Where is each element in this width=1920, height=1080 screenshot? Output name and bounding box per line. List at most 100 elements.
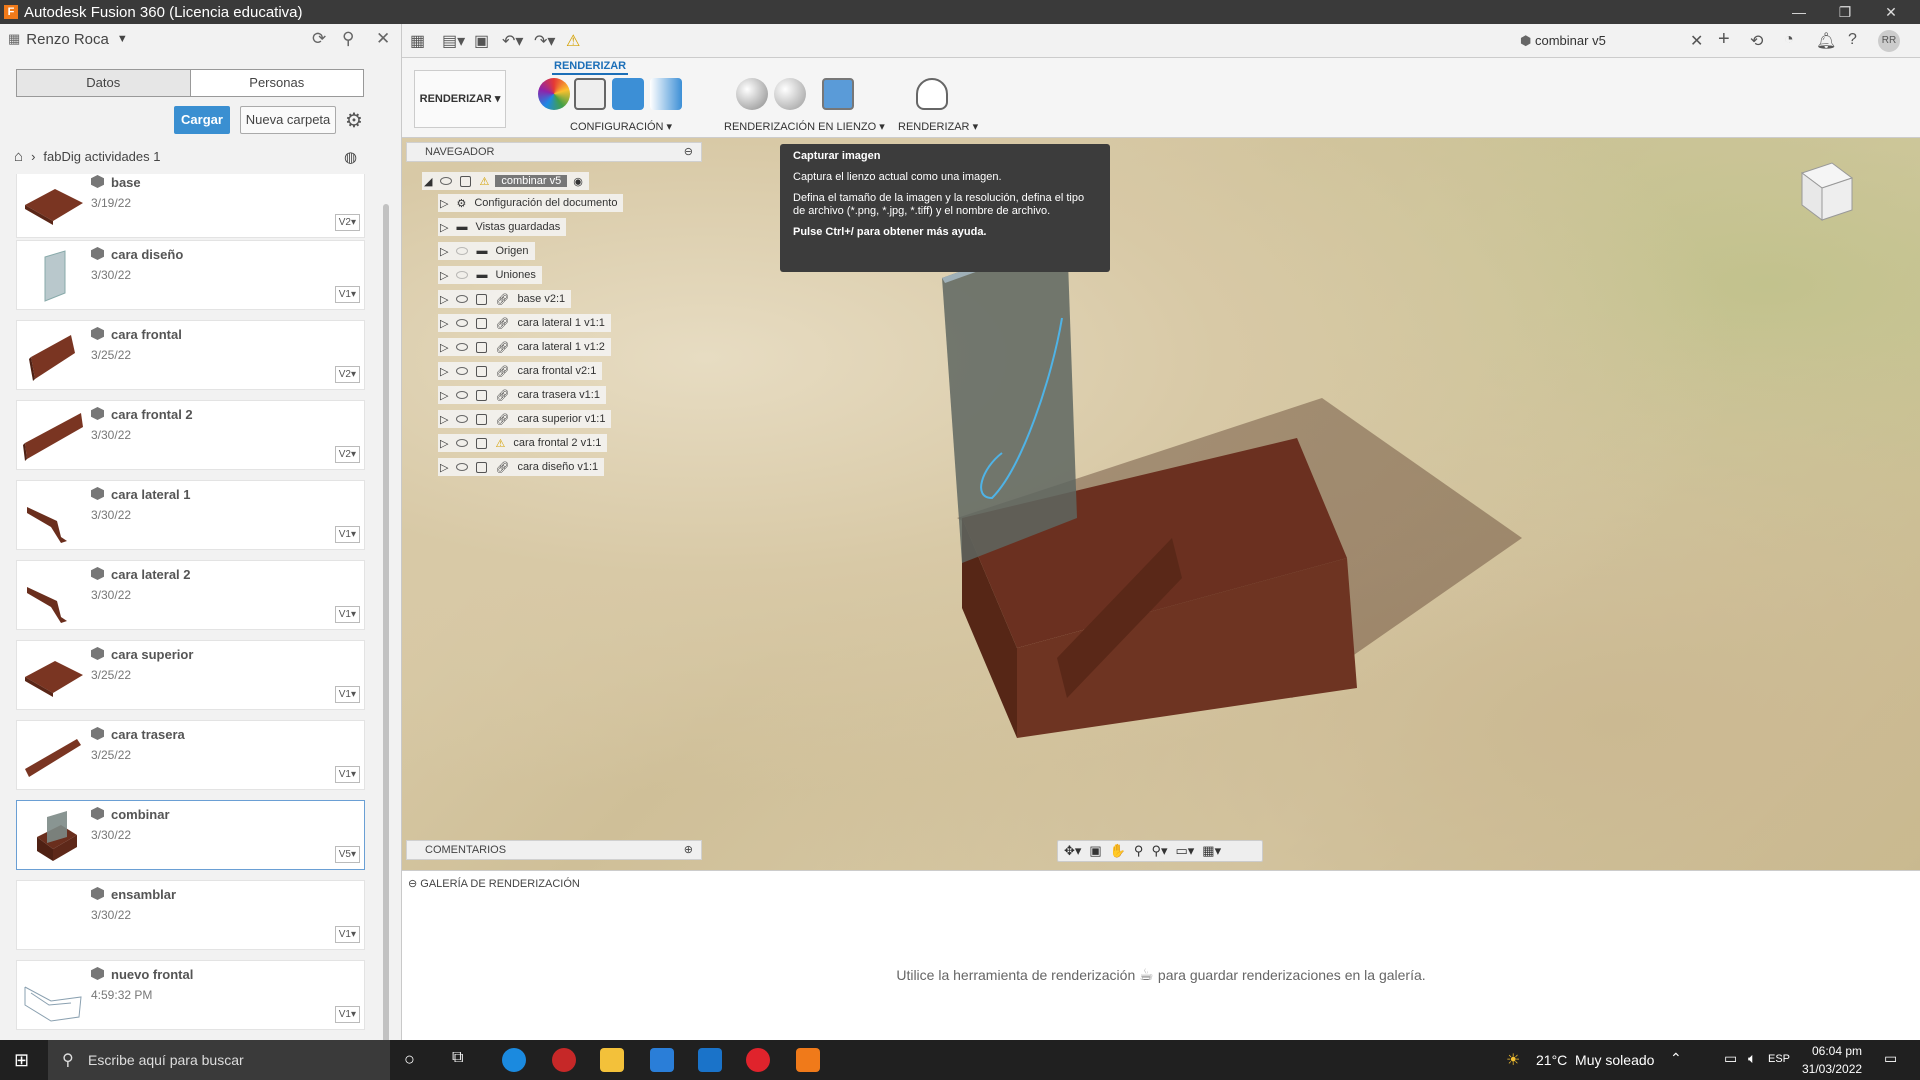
navigator-item[interactable]: ▷ 🔗︎ cara diseño v1:1 — [438, 458, 605, 476]
refresh-icon[interactable]: ⟳ — [312, 29, 326, 49]
scene-settings-icon[interactable] — [574, 78, 606, 110]
pan-icon[interactable]: ✋ — [1110, 843, 1126, 859]
breadcrumb-project[interactable]: fabDig actividades 1 — [43, 149, 160, 164]
render-settings-icon[interactable] — [774, 78, 806, 110]
decal-icon[interactable] — [650, 78, 682, 110]
fit-icon[interactable]: ⚲▾ — [1151, 843, 1167, 859]
weather-text[interactable]: 21°C Muy soleado — [1536, 1052, 1654, 1068]
expand-icon[interactable]: ▷ — [440, 461, 448, 474]
eye-icon[interactable] — [456, 367, 469, 375]
viewcube-icon[interactable] — [1782, 158, 1862, 228]
eye-icon[interactable] — [456, 343, 469, 351]
eye-icon[interactable] — [456, 319, 469, 327]
tab-datos[interactable]: Datos — [17, 70, 191, 96]
chevron-down-icon[interactable]: ▼ — [117, 33, 128, 45]
cortana-icon[interactable]: ○ — [404, 1049, 415, 1070]
expand-icon[interactable]: ▷ — [440, 413, 448, 426]
file-card-cara-frontal-2[interactable]: cara frontal 2 3/30/22 V2▾ — [16, 400, 365, 470]
version-badge[interactable]: V1▾ — [334, 286, 360, 303]
navigator-item[interactable]: ▷ ⚙ Configuración del documento — [438, 194, 624, 212]
orbit-icon[interactable]: ✥▾ — [1064, 843, 1081, 859]
activate-icon[interactable]: ◉ — [573, 175, 583, 188]
upload-button[interactable]: Cargar — [174, 106, 230, 134]
grid-settings-icon[interactable]: ▦▾ — [1202, 843, 1221, 859]
expand-icon[interactable]: ▷ — [440, 317, 448, 330]
tab-personas[interactable]: Personas — [191, 70, 364, 96]
zoom-icon[interactable]: ⚲ — [1134, 843, 1144, 859]
file-card-cara-superior[interactable]: cara superior 3/25/22 V1▾ — [16, 640, 365, 710]
comments-toggle-icon[interactable]: ⊕ — [684, 841, 693, 859]
expand-icon[interactable]: ▷ — [440, 437, 448, 450]
version-badge[interactable]: V1▾ — [334, 766, 360, 783]
group-renderizar[interactable]: RENDERIZAR ▾ — [898, 120, 978, 133]
eye-hidden-icon[interactable] — [456, 247, 469, 255]
globe-icon[interactable]: ◍ — [344, 148, 357, 166]
warning-icon[interactable]: ⚠ — [566, 31, 580, 51]
apps-grid-icon[interactable]: ▦ — [8, 31, 20, 47]
new-folder-button[interactable]: Nueva carpeta — [240, 106, 336, 134]
eye-hidden-icon[interactable] — [456, 271, 469, 279]
file-menu-icon[interactable]: ▤▾ — [442, 31, 465, 51]
file-card-ensamblar[interactable]: ensamblar 3/30/22 V1▾ — [16, 880, 365, 950]
help-icon[interactable]: ? — [1848, 31, 1857, 49]
expand-icon[interactable]: ▷ — [440, 221, 448, 234]
comments-panel[interactable]: COMENTARIOS ⊕ — [406, 840, 702, 860]
navigator-root[interactable]: ◢ ⚠ combinar v5 ◉ — [422, 172, 589, 190]
file-card-combinar[interactable]: combinar 3/30/22 V5▾ — [16, 800, 365, 870]
texture-map-icon[interactable] — [612, 78, 644, 110]
expand-icon[interactable]: ▷ — [440, 293, 448, 306]
volume-icon[interactable]: 🔈︎ — [1748, 1050, 1756, 1067]
network-icon[interactable]: ▭ — [1724, 1050, 1737, 1067]
extensions-icon[interactable]: ⟲ — [1750, 31, 1763, 51]
task-view-icon[interactable]: ⧉ — [452, 1049, 463, 1067]
job-status-icon[interactable]: ◔ — [1784, 31, 1794, 49]
expand-icon[interactable]: ▷ — [440, 269, 448, 282]
document-tab[interactable]: ⬢ combinar v5 — [1520, 33, 1606, 49]
version-badge[interactable]: V1▾ — [334, 526, 360, 543]
file-card-nuevo-frontal[interactable]: nuevo frontal 4:59:32 PM V1▾ — [16, 960, 365, 1030]
user-selector[interactable]: Renzo Roca — [26, 31, 109, 48]
navigator-item[interactable]: ▷ ⚠ cara frontal 2 v1:1 — [438, 434, 608, 452]
in-canvas-render-icon[interactable] — [736, 78, 768, 110]
canvas-viewport[interactable]: NAVEGADOR ⊖ ◢ ⚠ combinar v5 ◉ ▷ ⚙ Configur… — [402, 138, 1920, 870]
undo-icon[interactable]: ↶▾ — [502, 31, 523, 51]
expand-icon[interactable]: ▷ — [440, 389, 448, 402]
expand-icon[interactable]: ▷ — [440, 245, 448, 258]
navigator-collapse-icon[interactable]: ⊖ — [684, 143, 693, 161]
file-card-cara-lateral-2[interactable]: cara lateral 2 3/30/22 V1▾ — [16, 560, 365, 630]
save-icon[interactable]: ▣ — [474, 31, 489, 51]
clock-time[interactable]: 06:04 pm — [1812, 1044, 1862, 1058]
group-renderizacion-en-lienzo[interactable]: RENDERIZACIÓN EN LIENZO ▾ — [724, 120, 885, 133]
new-tab-icon[interactable]: + — [1718, 28, 1730, 51]
gear-icon[interactable]: ⚙ — [345, 108, 363, 133]
edge-icon[interactable] — [502, 1048, 526, 1072]
close-panel-icon[interactable]: ✕ — [376, 29, 390, 49]
data-panel-toggle-icon[interactable]: ▦ — [410, 31, 425, 51]
clock-date[interactable]: 31/03/2022 — [1802, 1062, 1862, 1076]
close-window-button[interactable]: ✕ — [1868, 0, 1914, 24]
navigator-item[interactable]: ▷ 🔗︎ cara superior v1:1 — [438, 410, 612, 428]
navigator-item[interactable]: ▷ 🔗︎ cara frontal v2:1 — [438, 362, 603, 380]
mail-icon[interactable] — [698, 1048, 722, 1072]
file-list-scrollbar[interactable] — [383, 204, 389, 1059]
gallery-header[interactable]: ⊖ GALERÍA DE RENDERIZACIÓN — [408, 877, 580, 890]
version-badge[interactable]: V1▾ — [334, 1006, 360, 1023]
navigator-item[interactable]: ▷ 🔗︎ cara trasera v1:1 — [438, 386, 606, 404]
fusion-taskbar-icon[interactable] — [796, 1048, 820, 1072]
file-explorer-icon[interactable] — [600, 1048, 624, 1072]
navigator-item[interactable]: ▷ 🔗︎ base v2:1 — [438, 290, 572, 308]
expand-icon[interactable]: ▷ — [440, 341, 448, 354]
windows-start-icon[interactable]: ⊞ — [14, 1050, 29, 1071]
collapse-icon[interactable]: ◢ — [424, 175, 432, 188]
restore-button[interactable]: ❐ — [1822, 0, 1868, 24]
file-card-cara-frontal[interactable]: cara frontal 3/25/22 V2▾ — [16, 320, 365, 390]
eye-icon[interactable] — [456, 295, 469, 303]
taskbar-search[interactable]: ⚲ Escribe aquí para buscar — [48, 1040, 390, 1080]
redo-icon[interactable]: ↷▾ — [534, 31, 555, 51]
navigator-item[interactable]: ▷ 🔗︎ cara lateral 1 v1:2 — [438, 338, 611, 356]
navigator-item[interactable]: ▷ ▬ Origen — [438, 242, 535, 260]
navigator-item[interactable]: ▷ ▬ Vistas guardadas — [438, 218, 567, 236]
version-badge[interactable]: V1▾ — [334, 686, 360, 703]
appearance-icon[interactable] — [538, 78, 570, 110]
navigator-item[interactable]: ▷ ▬ Uniones — [438, 266, 542, 284]
